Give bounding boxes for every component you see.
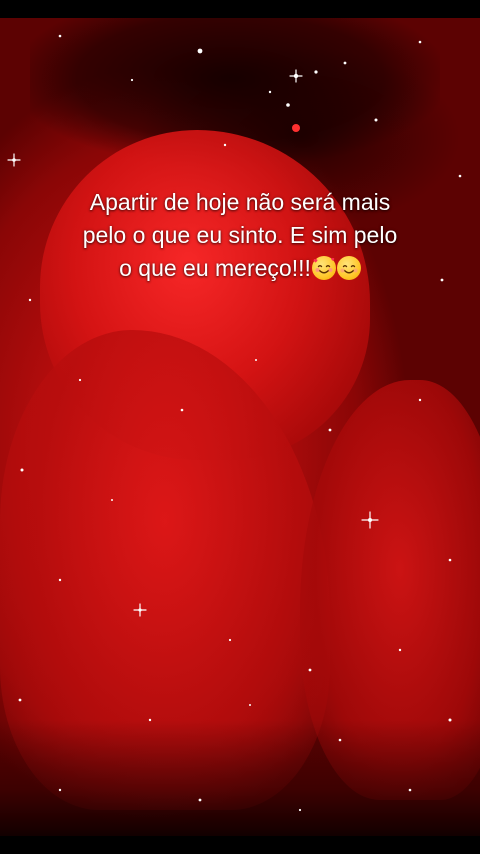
sparkle [314, 70, 318, 74]
star-glint [7, 153, 21, 167]
sparkle [198, 798, 202, 802]
sparkle [448, 558, 452, 562]
sparkle [398, 648, 402, 652]
sparkle [28, 298, 32, 302]
sparkle [308, 668, 312, 672]
sparkle-overlay [7, 34, 462, 812]
caption-line-2: pelo o que eu sinto. E sim pelo [82, 222, 398, 248]
sparkle [338, 738, 342, 742]
sparkle [249, 704, 251, 706]
caption-line-3-text: o que eu mereço!!! [119, 255, 311, 281]
sparkle [408, 788, 412, 792]
sparkle [458, 174, 462, 178]
sparkle [58, 788, 62, 792]
sparkle [418, 40, 422, 44]
sparkle [418, 398, 422, 402]
sparkle [328, 428, 332, 432]
sparkle [255, 359, 257, 361]
star-glint [361, 511, 379, 529]
video-frame[interactable]: Apartir de hoje não será mais pelo o que… [0, 0, 480, 854]
sparkle [374, 118, 378, 122]
sparkle [18, 698, 22, 702]
sparkle [343, 61, 347, 65]
caption-line-1: Apartir de hoje não será mais [89, 189, 391, 215]
letterbox-bottom [0, 836, 480, 854]
red-light [292, 124, 300, 132]
sparkle [197, 48, 203, 54]
sparkle [228, 638, 232, 642]
sparkle [111, 499, 113, 501]
sparkle [448, 718, 452, 722]
sparkle [440, 278, 444, 282]
sparkle [286, 103, 290, 107]
sparkle [20, 468, 24, 472]
sparkle [180, 408, 184, 412]
sparkle [58, 34, 62, 38]
sparkle [148, 718, 152, 722]
sparkle [268, 90, 272, 94]
star-glint [289, 69, 303, 83]
sparkle [223, 143, 227, 147]
sparkle [298, 808, 302, 812]
sparkle [130, 78, 134, 82]
star-glint [133, 603, 147, 617]
sparkle [78, 378, 82, 382]
smiling-face-icon [336, 256, 361, 280]
caption-line-3: o que eu mereço!!! [40, 252, 440, 285]
sparkle [58, 578, 62, 582]
smiling-face-with-hearts-icon [311, 256, 336, 280]
video-caption: Apartir de hoje não será mais pelo o que… [40, 186, 440, 285]
